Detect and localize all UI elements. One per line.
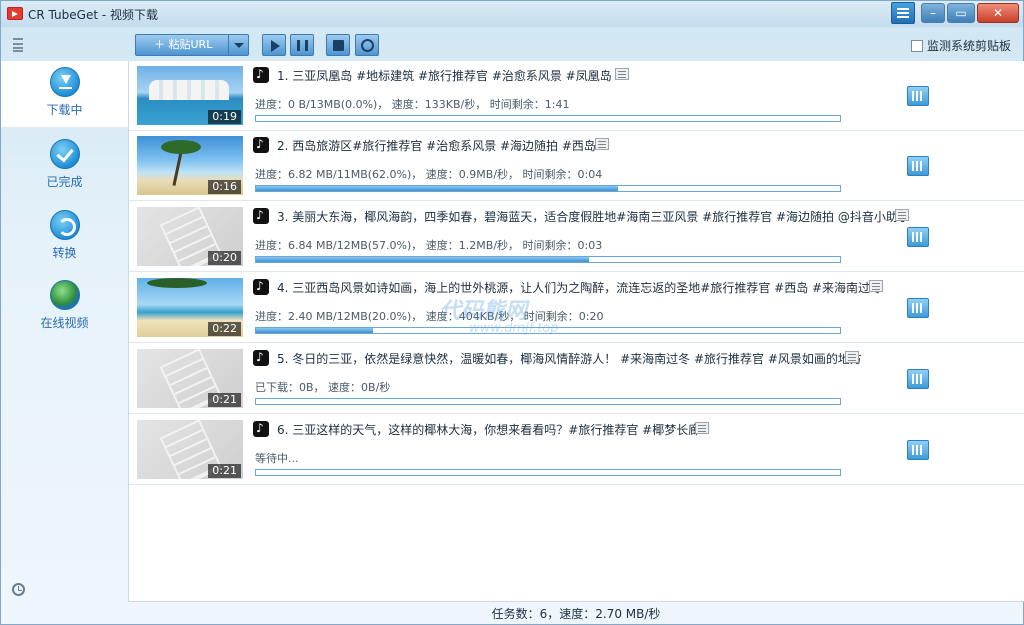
sidebar-item-label: 转换: [52, 246, 77, 260]
video-title: 3. 美丽大东海，椰风海韵，四季如春，碧海蓝天，适合度假胜地#海南三亚风景 #旅…: [277, 210, 910, 224]
download-row[interactable]: 0:21 5. 冬日的三亚，依然是绿意快然，温暖如春，椰海风情醉游人！ #来海南…: [129, 344, 1024, 414]
status-bar: 任务数：6，速度：2.70 MB/秒: [128, 601, 1024, 625]
video-thumbnail: 0:21: [137, 349, 243, 408]
details-icon[interactable]: [615, 68, 629, 80]
tiktok-icon: [253, 136, 269, 153]
sidebar-item-online-video[interactable]: 在线视频: [1, 274, 128, 340]
video-title: 6. 三亚这样的天气，这样的椰林大海，你想来看看吗？#旅行推荐官 #椰梦长廊: [277, 423, 701, 437]
paste-url-dropdown-icon[interactable]: [228, 35, 248, 55]
alarm-icon[interactable]: [12, 583, 25, 596]
stop-icon: [333, 40, 344, 51]
stop-all-button[interactable]: [326, 34, 350, 56]
sidebar-item-label: 下载中: [46, 103, 83, 117]
sidebar-item-convert[interactable]: 转换: [1, 204, 128, 270]
watermark-url: www.dmjf.top: [469, 321, 559, 336]
pause-button[interactable]: [907, 156, 929, 176]
video-title: 4. 三亚西岛风景如诗如画，海上的世外桃源，让人们为之陶醉，流连忘返的圣地#旅行…: [277, 281, 883, 295]
video-duration: 0:19: [208, 110, 241, 124]
download-row[interactable]: 0:20 3. 美丽大东海，椰风海韵，四季如春，碧海蓝天，适合度假胜地#海南三亚…: [129, 202, 1024, 272]
sidebar-item-label: 已完成: [46, 175, 83, 189]
progress-fill: [256, 328, 373, 333]
details-icon[interactable]: [695, 422, 709, 434]
sidebar-toggle-icon[interactable]: [13, 38, 23, 52]
progress-bar: [255, 469, 841, 476]
progress-fill: [256, 186, 619, 191]
status-bar-text: 任务数：6，速度：2.70 MB/秒: [491, 607, 661, 621]
maximize-button[interactable]: ▭: [947, 3, 975, 23]
monitor-clipboard[interactable]: 监测系统剪贴板: [910, 37, 1011, 54]
tiktok-icon: [253, 66, 269, 83]
video-thumbnail: 0:21: [137, 420, 243, 479]
download-row[interactable]: 0:16 2. 西岛旅游区#旅行推荐官 #治愈系风景 #海边随拍 #西岛 进度：…: [129, 131, 1024, 201]
video-title: 2. 西岛旅游区#旅行推荐官 #治愈系风景 #海边随拍 #西岛: [277, 139, 596, 153]
video-duration: 0:21: [208, 393, 241, 407]
pause-button[interactable]: [907, 369, 929, 389]
download-row[interactable]: 0:21 6. 三亚这样的天气，这样的椰林大海，你想来看看吗？#旅行推荐官 #椰…: [129, 415, 1024, 485]
sidebar-item-downloading[interactable]: 下载中: [1, 61, 128, 127]
toolbar: ＋ 粘贴URL 监测系统剪贴板: [1, 32, 1023, 58]
pause-icon: [297, 40, 308, 51]
sidebar-item-label: 在线视频: [40, 316, 89, 330]
video-duration: 0:21: [208, 464, 241, 478]
progress-bar: [255, 256, 841, 263]
progress-bar: [255, 185, 841, 192]
tiktok-icon: [253, 207, 269, 224]
progress-bar: [255, 115, 841, 122]
progress-fill: [256, 257, 589, 262]
progress-bar: [255, 398, 841, 405]
video-thumbnail: 0:19: [137, 66, 243, 125]
watermark-logo: 代码熊网 www.dmjf.top: [439, 293, 559, 336]
window-title: CR TubeGet - 视频下载: [28, 8, 158, 22]
convert-icon: [49, 210, 80, 240]
download-status: 已下载：0B， 速度：0B/秒: [255, 381, 391, 394]
app-logo-icon: [7, 7, 23, 20]
start-all-button[interactable]: [262, 34, 286, 56]
details-icon[interactable]: [869, 280, 883, 292]
menu-button[interactable]: [891, 2, 915, 24]
download-status: 进度：0 B/13MB(0.0%)， 速度：133KB/秒， 时间剩余：1:41: [255, 98, 570, 111]
check-icon: [49, 139, 80, 169]
tiktok-icon: [253, 278, 269, 295]
video-title: 1. 三亚凤凰岛 #地标建筑 #旅行推荐官 #治愈系风景 #凤凰岛: [277, 69, 612, 83]
details-icon[interactable]: [595, 138, 609, 150]
video-thumbnail: 0:20: [137, 207, 243, 266]
video-duration: 0:20: [208, 251, 241, 265]
download-list: 0:19 1. 三亚凤凰岛 #地标建筑 #旅行推荐官 #治愈系风景 #凤凰岛 进…: [128, 61, 1024, 601]
close-button[interactable]: ✕: [977, 3, 1019, 23]
minimize-button[interactable]: –: [921, 3, 945, 23]
sidebar: 下载中 已完成 转换 在线视频: [1, 61, 128, 606]
paste-url-button[interactable]: ＋ 粘贴URL: [135, 34, 249, 56]
tiktok-icon: [253, 420, 269, 437]
title-bar[interactable]: CR TubeGet - 视频下载 – ▭ ✕: [1, 1, 1023, 27]
schedule-button[interactable]: [355, 34, 379, 56]
pause-button[interactable]: [907, 298, 929, 318]
download-row[interactable]: 0:22 4. 三亚西岛风景如诗如画，海上的世外桃源，让人们为之陶醉，流连忘返的…: [129, 273, 1024, 343]
pause-button[interactable]: [907, 227, 929, 247]
app-window: CR TubeGet - 视频下载 – ▭ ✕ ＋ 粘贴URL 监测系统剪贴板 …: [0, 0, 1024, 625]
pause-button[interactable]: [907, 440, 929, 460]
paste-url-label: ＋ 粘贴URL: [154, 38, 213, 51]
download-status: 进度：6.84 MB/12MB(57.0%)， 速度：1.2MB/秒， 时间剩余…: [255, 239, 603, 252]
pause-all-button[interactable]: [290, 34, 314, 56]
details-icon[interactable]: [845, 351, 859, 363]
download-status: 等待中...: [255, 452, 299, 465]
play-icon: [271, 40, 280, 52]
monitor-clipboard-label: 监测系统剪贴板: [926, 39, 1011, 53]
sidebar-item-completed[interactable]: 已完成: [1, 133, 128, 199]
video-thumbnail: 0:22: [137, 278, 243, 337]
video-duration: 0:22: [208, 322, 241, 336]
video-duration: 0:16: [208, 180, 241, 194]
tiktok-icon: [253, 349, 269, 366]
video-title: 5. 冬日的三亚，依然是绿意快然，温暖如春，椰海风情醉游人！ #来海南过冬 #旅…: [277, 352, 862, 366]
globe-icon: [49, 280, 80, 310]
download-status: 进度：6.82 MB/11MB(62.0%)， 速度：0.9MB/秒， 时间剩余…: [255, 168, 603, 181]
pause-button[interactable]: [907, 86, 929, 106]
window-controls: – ▭ ✕: [891, 2, 1019, 25]
download-row[interactable]: 0:19 1. 三亚凤凰岛 #地标建筑 #旅行推荐官 #治愈系风景 #凤凰岛 进…: [129, 61, 1024, 131]
clock-icon: [361, 39, 374, 52]
download-icon: [49, 67, 80, 97]
details-icon[interactable]: [895, 209, 909, 221]
video-thumbnail: 0:16: [137, 136, 243, 195]
monitor-clipboard-checkbox[interactable]: [910, 39, 923, 52]
